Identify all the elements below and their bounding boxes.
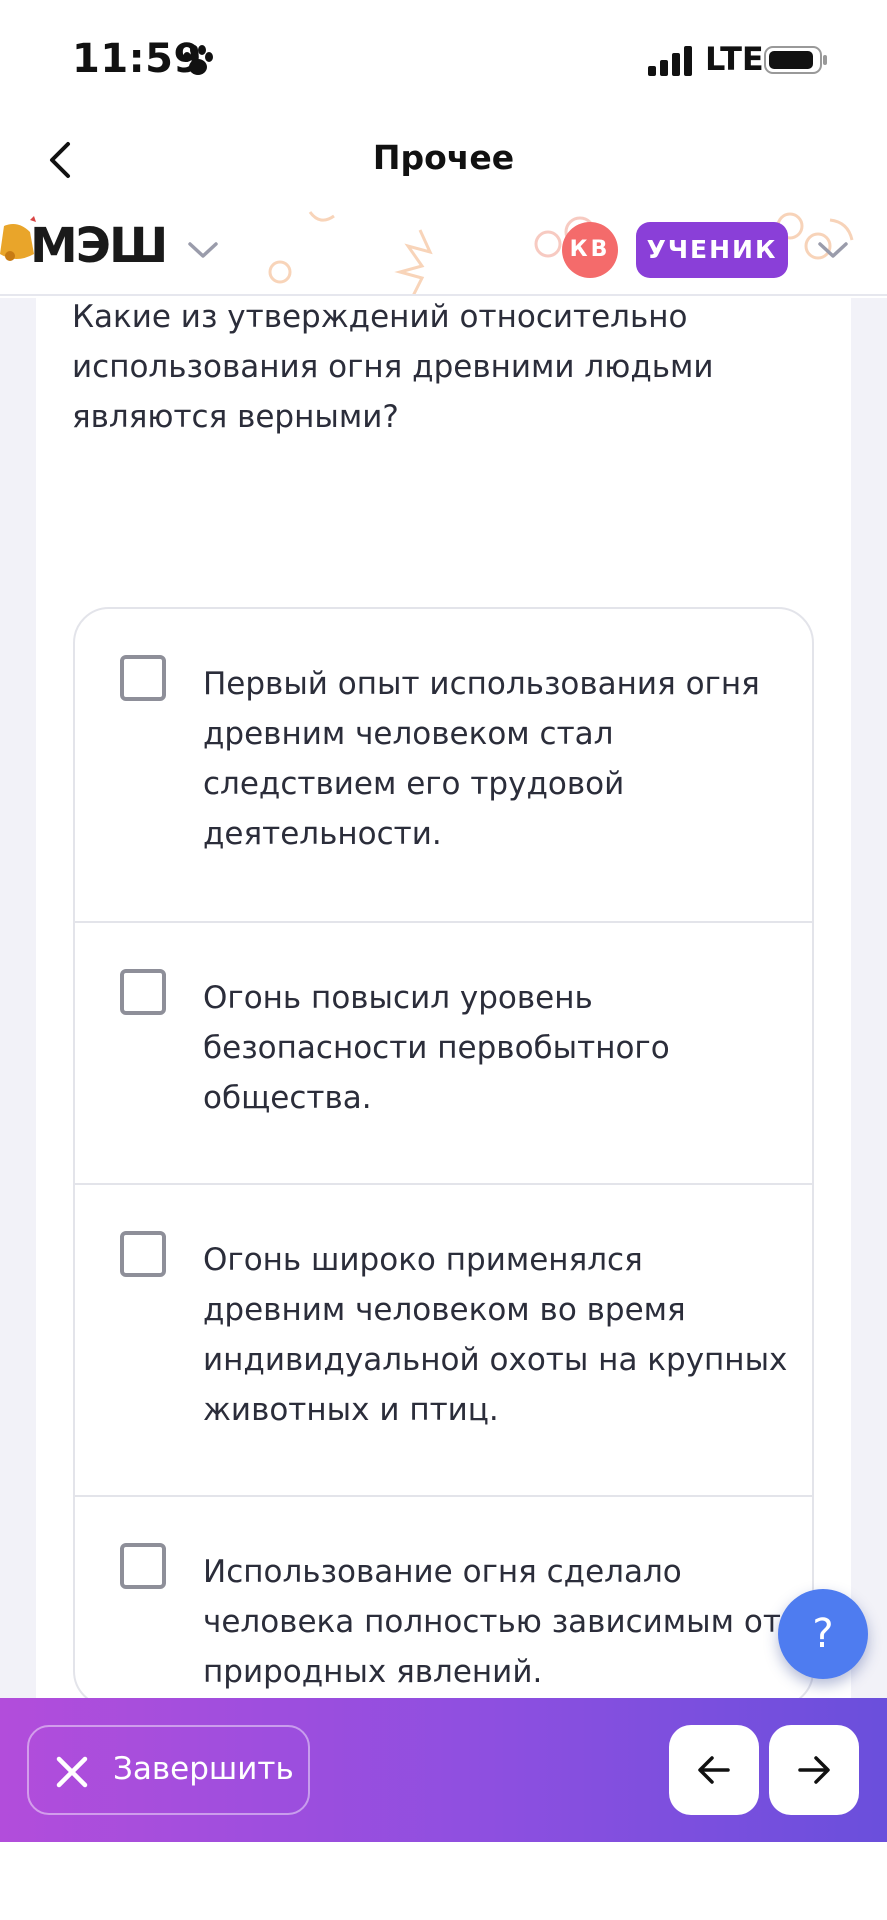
question-text: Какие из утверждений относительно исполь… xyxy=(72,299,714,435)
option-checkbox[interactable] xyxy=(120,969,166,1015)
answer-options-list: Первый опыт использования огня древним ч… xyxy=(73,607,814,1707)
mesh-logo[interactable]: МЭШ xyxy=(30,218,168,274)
finish-button[interactable]: Завершить xyxy=(27,1725,310,1815)
battery-icon xyxy=(764,46,827,74)
option-checkbox[interactable] xyxy=(120,1231,166,1277)
finish-label: Завершить xyxy=(113,1751,294,1787)
signal-icon xyxy=(648,46,692,76)
role-badge[interactable]: УЧЕНИК xyxy=(636,222,788,278)
chevron-down-icon[interactable] xyxy=(816,240,850,260)
bottom-action-bar: Завершить xyxy=(0,1698,887,1842)
home-indicator-area xyxy=(0,1842,887,1920)
avatar[interactable]: КВ xyxy=(562,222,618,278)
answer-option[interactable]: Огонь широко применялся древним человеко… xyxy=(75,1183,812,1495)
nav-header: Прочее xyxy=(0,118,887,200)
help-button[interactable]: ? xyxy=(778,1589,868,1679)
app-header: МЭШ КВ УЧЕНИК xyxy=(0,200,887,296)
paw-icon xyxy=(183,45,213,75)
close-icon xyxy=(56,1756,88,1788)
status-bar: 11:59 LTE xyxy=(0,0,887,118)
previous-question-button[interactable] xyxy=(669,1725,759,1815)
option-text: Огонь широко применялся древним человеко… xyxy=(203,1242,788,1428)
answer-option[interactable]: Первый опыт использования огня древним ч… xyxy=(75,609,812,921)
next-question-button[interactable] xyxy=(769,1725,859,1815)
option-checkbox[interactable] xyxy=(120,1543,166,1589)
option-text: Использование огня сделало человека полн… xyxy=(203,1554,781,1690)
page-title: Прочее xyxy=(372,138,515,177)
chevron-down-icon[interactable] xyxy=(186,240,220,260)
answer-option[interactable]: Использование огня сделало человека полн… xyxy=(75,1495,812,1705)
option-text: Первый опыт использования огня древним ч… xyxy=(203,666,760,852)
arrow-right-icon xyxy=(798,1756,830,1784)
arrow-left-icon xyxy=(698,1756,730,1784)
answer-option[interactable]: Огонь повысил уровень безопасности перво… xyxy=(75,921,812,1183)
option-checkbox[interactable] xyxy=(120,655,166,701)
option-text: Огонь повысил уровень безопасности перво… xyxy=(203,980,670,1116)
network-type: LTE xyxy=(705,40,764,78)
